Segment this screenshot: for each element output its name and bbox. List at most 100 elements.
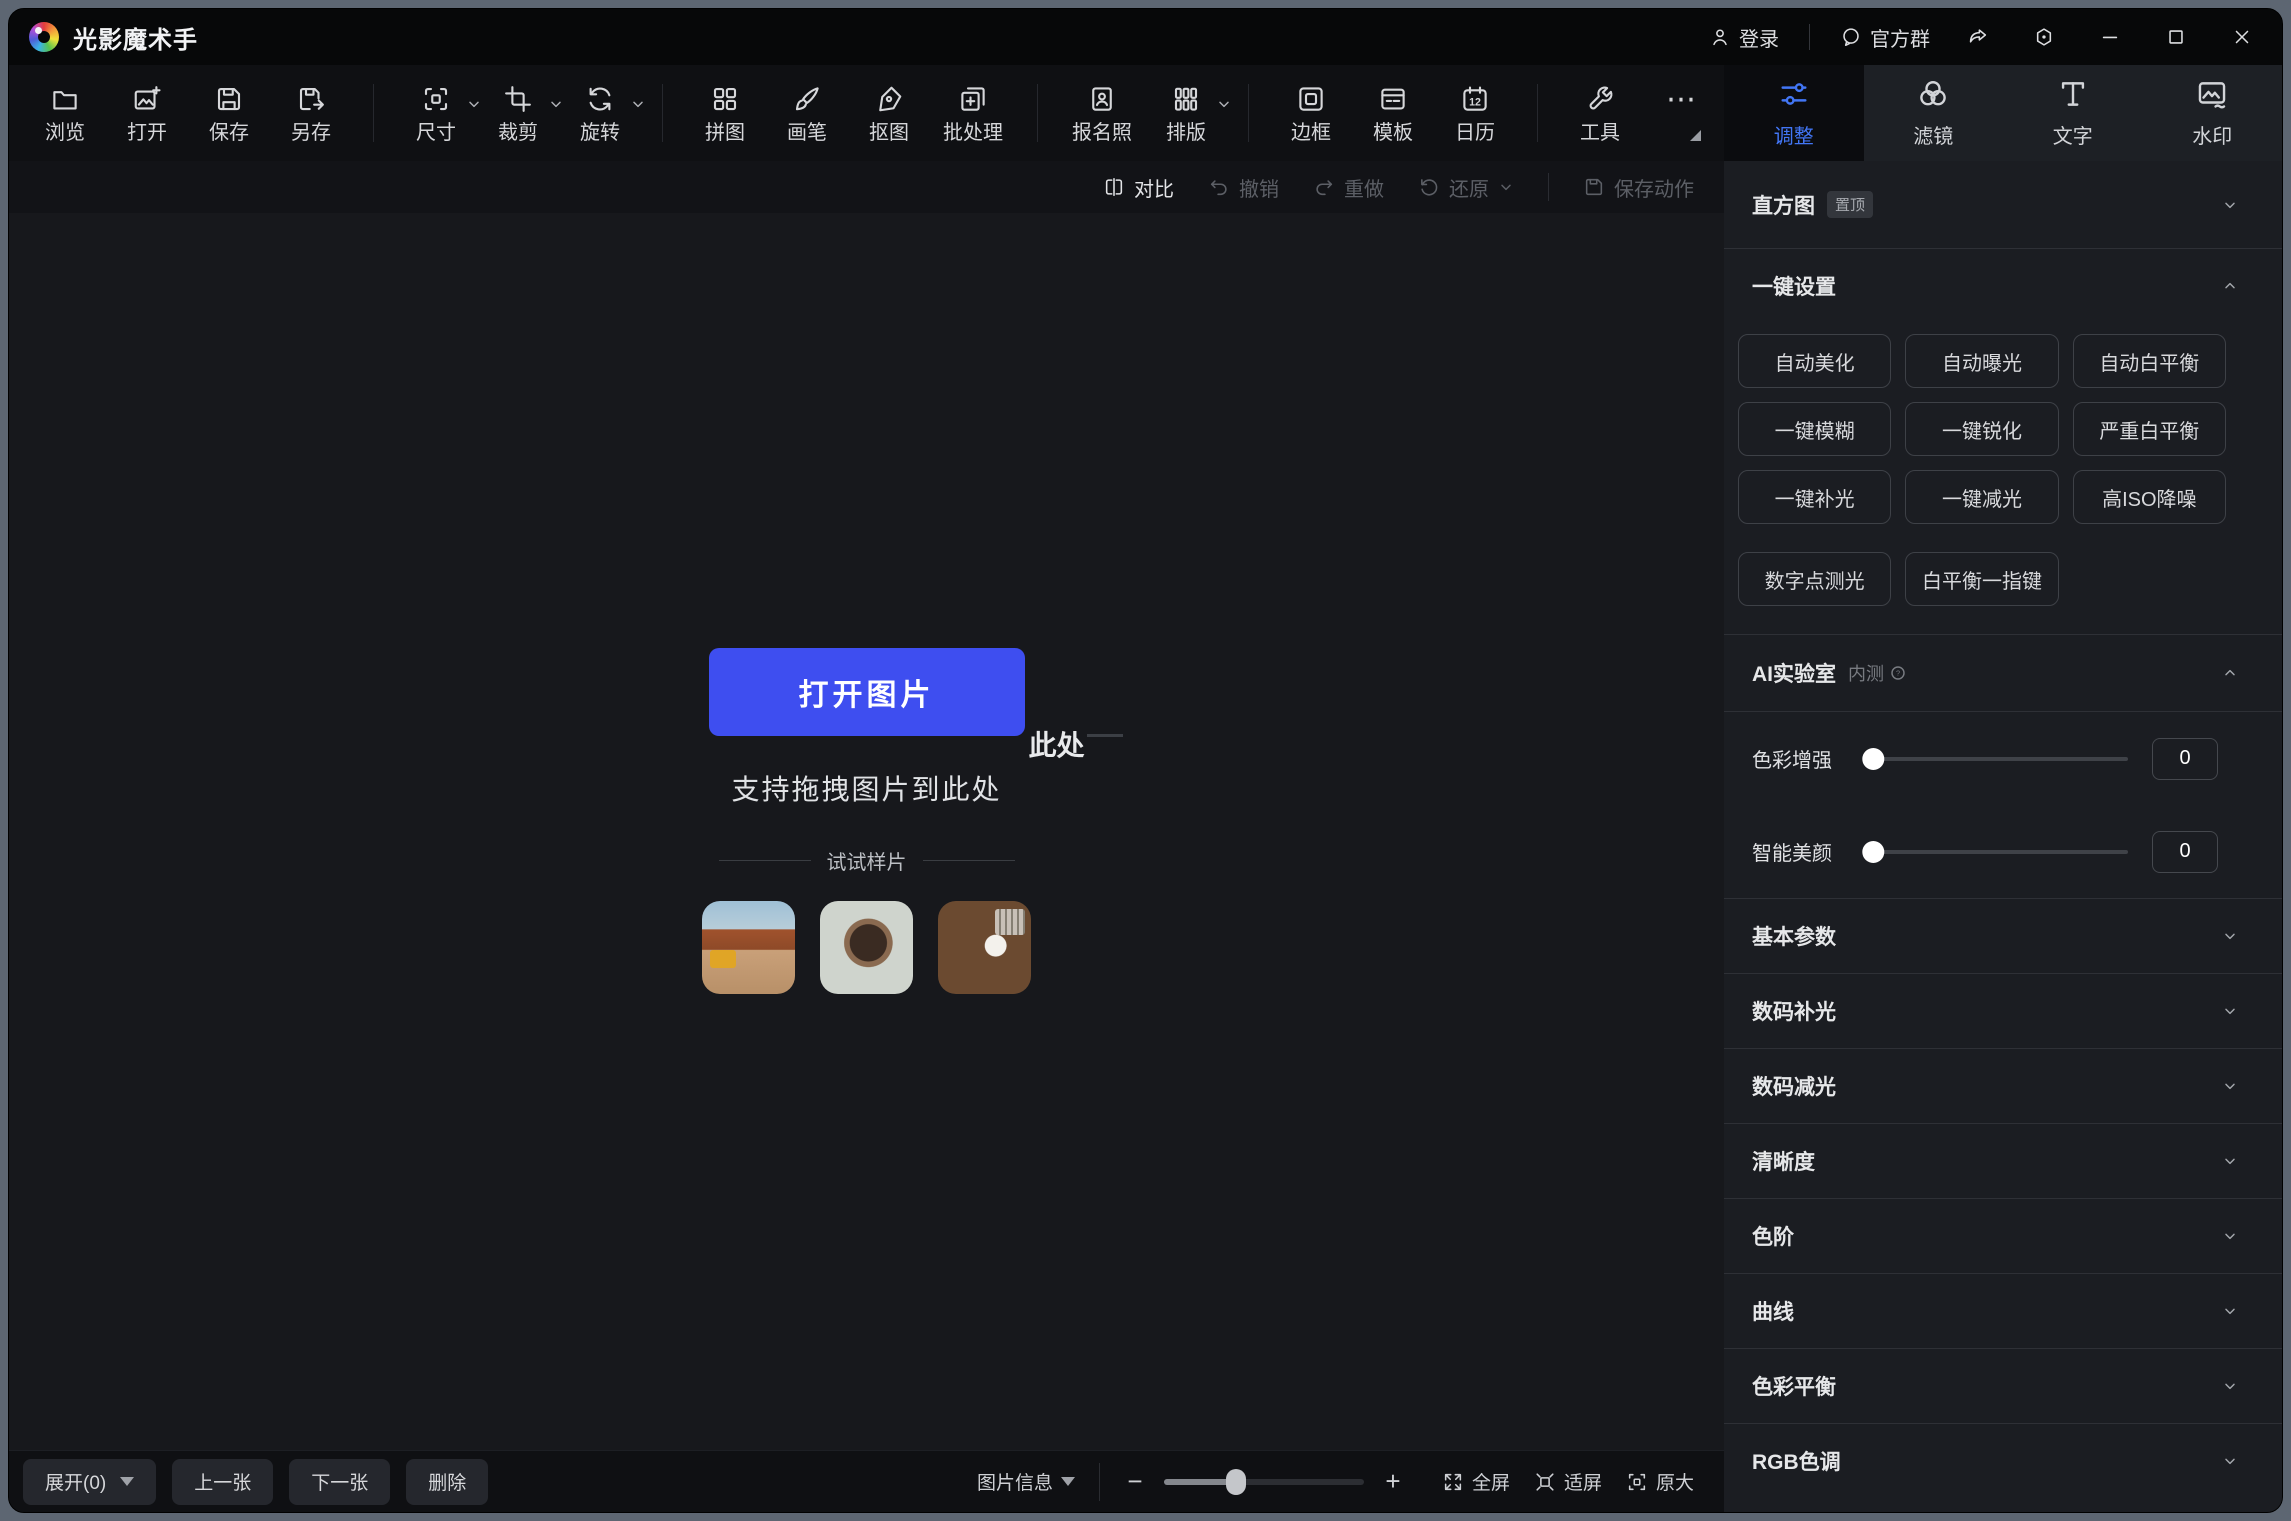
zoom-in-button[interactable]: + [1382,1466,1404,1497]
section-clarity[interactable]: 清晰度 [1724,1124,2282,1198]
toolbar-save-button[interactable]: 保存 [201,84,257,143]
section-one-click-settings[interactable]: 一键设置 [1724,249,2282,322]
tab-text[interactable]: 文字 [2003,65,2143,161]
dropdown-triangle-icon [1061,1477,1075,1486]
previous-image-button[interactable]: 上一张 [172,1459,273,1505]
high-iso-denoise-button[interactable]: 高ISO降噪 [2073,470,2226,524]
official-group-button[interactable]: 官方群 [1840,23,1930,52]
ghost-text: 此处 [1029,724,1085,764]
auto-white-balance-button[interactable]: 自动白平衡 [2073,334,2226,388]
close-button[interactable] [2224,19,2260,55]
one-click-blur-button[interactable]: 一键模糊 [1738,402,1891,456]
color-enhance-slider[interactable] [1870,757,2128,761]
tab-watermark[interactable]: 水印 [2143,65,2283,161]
app-title: 光影魔术手 [73,20,198,55]
sample-thumbnail-desert-road[interactable] [702,901,795,994]
compare-button[interactable]: 对比 [1103,173,1174,202]
watermark-image-icon [2195,77,2229,111]
section-digital-fill-light[interactable]: 数码补光 [1724,974,2282,1048]
toolbar-collage-button[interactable]: 拼图 [697,84,753,143]
maximize-icon [2165,26,2187,48]
toolbar-calendar-button[interactable]: 12 日历 [1447,84,1503,143]
toolbar-rotate-button[interactable]: 旋转 [572,84,628,143]
samples-label: 试试样片 [827,846,907,875]
fullscreen-button[interactable]: 全屏 [1442,1468,1510,1495]
original-size-button[interactable]: 原大 [1626,1468,1694,1495]
filter-circles-icon [1916,77,1950,111]
fit-screen-button[interactable]: 适屏 [1534,1468,1602,1495]
severe-white-balance-button[interactable]: 严重白平衡 [2073,402,2226,456]
toolbar-tools-button[interactable]: 工具 [1572,84,1628,143]
section-basic-params[interactable]: 基本参数 [1724,899,2282,973]
save-icon [214,84,244,114]
one-click-sharpen-button[interactable]: 一键锐化 [1905,402,2058,456]
smart-beauty-slider[interactable] [1870,850,2128,854]
zoom-slider-knob[interactable] [1226,1469,1246,1495]
section-rgb-tone[interactable]: RGB色调 [1724,1424,2282,1498]
auto-exposure-button[interactable]: 自动曝光 [1905,334,2058,388]
maximize-button[interactable] [2158,19,2194,55]
toolbar-save-as-button[interactable]: 另存 [283,84,339,143]
toolbar-cutout-button[interactable]: 抠图 [861,84,917,143]
chevron-down-icon[interactable] [630,96,646,112]
section-ai-lab[interactable]: AI实验室 内测 ? [1724,635,2282,711]
chevron-down-icon[interactable] [466,96,482,112]
chevron-down-icon[interactable] [548,96,564,112]
toolbar-more-button[interactable]: ⋯ [1654,85,1710,141]
chevron-down-icon [2222,1378,2238,1394]
tab-filters[interactable]: 滤镜 [1864,65,2004,161]
section-curves[interactable]: 曲线 [1724,1274,2282,1348]
toolbar-brush-button[interactable]: 画笔 [779,84,835,143]
digital-spot-metering-button[interactable]: 数字点测光 [1738,552,1891,606]
white-balance-one-key-button[interactable]: 白平衡一指键 [1905,552,2058,606]
chevron-down-icon[interactable] [1216,96,1232,112]
toolbar-open-button[interactable]: 打开 [119,84,175,143]
toolbar-id-photo-button[interactable]: 报名照 [1072,84,1132,143]
open-image-button[interactable]: 打开图片 [709,648,1025,736]
one-click-dim-light-button[interactable]: 一键减光 [1905,470,2058,524]
login-button[interactable]: 登录 [1709,23,1779,52]
toolbar-browse-button[interactable]: 浏览 [37,84,93,143]
toolbar-frame-button[interactable]: 边框 [1283,84,1339,143]
section-levels[interactable]: 色阶 [1724,1199,2282,1273]
image-info-button[interactable]: 图片信息 [977,1468,1075,1495]
slider-knob[interactable] [1862,841,1884,863]
share-button[interactable] [1960,19,1996,55]
toolbar-batch-button[interactable]: 批处理 [943,84,1003,143]
zoom-out-button[interactable]: − [1124,1466,1146,1497]
titlebar-divider [1809,24,1810,50]
slider-knob[interactable] [1862,748,1884,770]
one-click-fill-light-button[interactable]: 一键补光 [1738,470,1891,524]
minimize-button[interactable] [2092,19,2128,55]
auto-beautify-button[interactable]: 自动美化 [1738,334,1891,388]
section-color-balance[interactable]: 色彩平衡 [1724,1349,2282,1423]
toolbar-resize-button[interactable]: 尺寸 [408,84,464,143]
image-canvas-dropzone[interactable]: 打开图片 此处 支持拖拽图片到此处 试试样片 [9,213,1724,1450]
color-enhance-value[interactable]: 0 [2152,738,2218,780]
delete-image-button[interactable]: 删除 [406,1459,488,1505]
toolbar-layout-button[interactable]: 排版 [1158,84,1214,143]
help-circle-icon[interactable]: ? [1890,665,1906,681]
settings-button[interactable] [2026,19,2062,55]
smart-beauty-slider-row: 智能美颜 0 [1724,805,2282,898]
expand-filmstrip-button[interactable]: 展开(0) [23,1459,156,1505]
toolbar-crop-button[interactable]: 裁剪 [490,84,546,143]
undo-button[interactable]: 撤销 [1208,173,1279,202]
folder-icon [50,84,80,114]
redo-button[interactable]: 重做 [1313,173,1384,202]
save-action-button[interactable]: 保存动作 [1583,173,1694,202]
chevron-down-icon [2222,928,2238,944]
smart-beauty-value[interactable]: 0 [2152,831,2218,873]
toolbar-template-button[interactable]: 模板 [1365,84,1421,143]
template-window-icon [1378,84,1408,114]
next-image-button[interactable]: 下一张 [289,1459,390,1505]
sample-thumbnail-portrait[interactable] [820,901,913,994]
chevron-down-icon[interactable] [1498,179,1514,195]
section-digital-dim-light[interactable]: 数码减光 [1724,1049,2282,1123]
zoom-slider[interactable] [1164,1479,1364,1485]
undo-icon [1208,176,1230,198]
tab-adjust[interactable]: 调整 [1724,65,1864,161]
restore-button[interactable]: 还原 [1418,173,1514,202]
section-histogram[interactable]: 直方图 置顶 [1724,161,2282,248]
sample-thumbnail-desk-flatlay[interactable] [938,901,1031,994]
